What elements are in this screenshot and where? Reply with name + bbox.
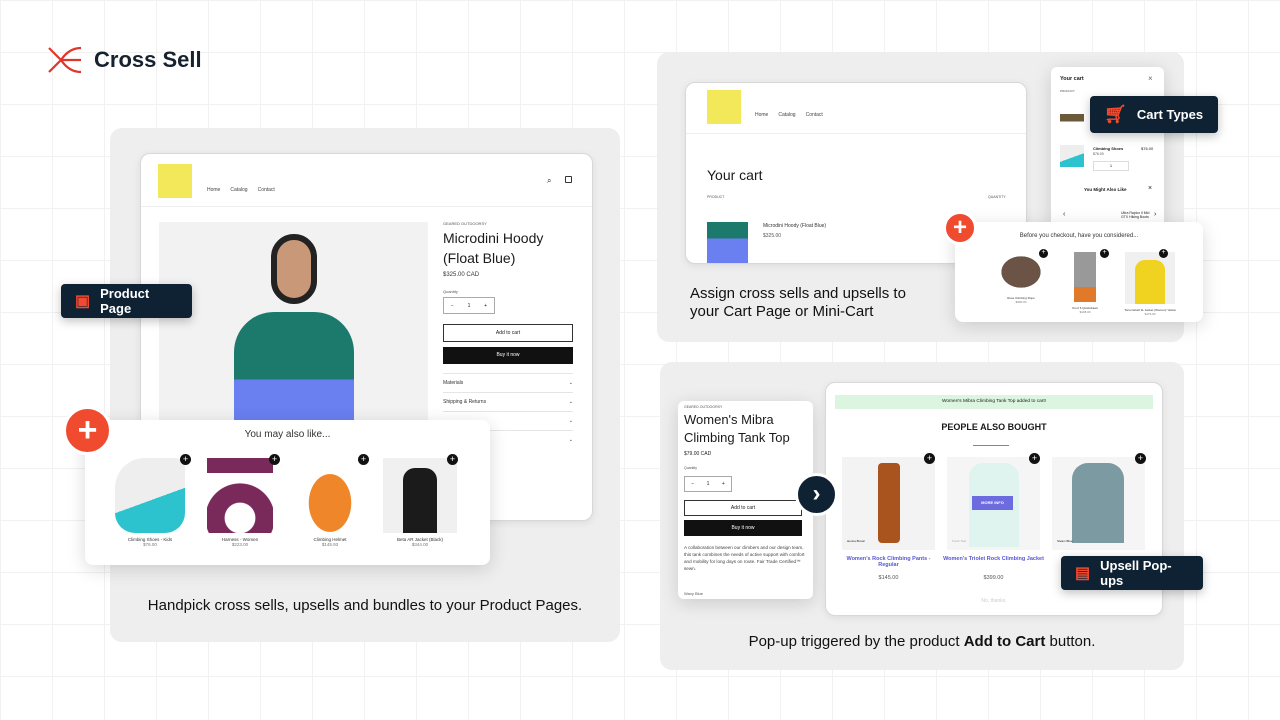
chevron-right-icon[interactable]: › xyxy=(1154,211,1156,218)
add-to-cart-button[interactable]: Add to cart xyxy=(684,500,802,516)
store-logo xyxy=(707,90,741,124)
accordion-shipping[interactable]: Shipping & Returns ⌄ xyxy=(443,392,573,405)
you-may-also-like-widget: You may also like... Climbing Shoes - Ki… xyxy=(85,420,490,565)
store-logo xyxy=(158,164,192,198)
add-product-icon[interactable]: + xyxy=(269,454,280,465)
brand-name: Cross Sell xyxy=(94,47,202,72)
add-product-icon[interactable]: + xyxy=(1135,453,1146,464)
cart-title: Your cart xyxy=(707,167,763,183)
add-product-icon[interactable]: + xyxy=(358,454,369,465)
add-product-icon[interactable]: + xyxy=(1029,453,1040,464)
cross-sell-logo-icon xyxy=(47,46,83,74)
add-product-icon[interactable]: + xyxy=(1100,249,1109,258)
popup-panel-caption: Pop-up triggered by the product Add to C… xyxy=(748,633,1096,650)
popup-title: PEOPLE ALSO BOUGHT xyxy=(941,422,1047,432)
add-to-cart-button[interactable]: Add to cart xyxy=(443,324,573,342)
store-nav: Home Catalog Contact xyxy=(207,178,285,196)
cart-icon[interactable] xyxy=(565,176,572,183)
product-link[interactable]: Women's Rock Climbing Pants - Regular xyxy=(838,556,939,568)
product-image: MORE INFO Fresh Teal xyxy=(947,457,1040,550)
bundle-icon: ▤ xyxy=(1075,565,1091,582)
quantity-stepper[interactable]: −1 + xyxy=(684,476,732,492)
quantity-label: Quantity xyxy=(443,289,458,294)
product-vendor: GEARED OUTDOORSY xyxy=(443,221,487,226)
chevron-left-icon[interactable]: ‹ xyxy=(1063,211,1065,218)
nav-home[interactable]: Home xyxy=(207,187,220,193)
add-product-icon[interactable]: + xyxy=(447,454,458,465)
chevron-right-icon: › xyxy=(795,473,838,516)
product-image: Steam Blue xyxy=(1052,457,1145,550)
recommended-product[interactable]: Rose Climbing Rope $300.00 xyxy=(991,252,1051,304)
add-product-icon[interactable]: + xyxy=(1039,249,1048,258)
store-nav: Home Catalog Contact xyxy=(755,112,823,118)
recommended-product[interactable]: Climbing Helmet $145.93 xyxy=(290,458,370,547)
product-detail-card: GEARED OUTDOORSY Women's Mibra Climbing … xyxy=(678,401,813,599)
close-icon[interactable]: × xyxy=(1148,185,1152,192)
cart-item-image xyxy=(707,222,748,263)
recommended-product[interactable]: Harness - Women $223.00 xyxy=(200,458,280,547)
plus-icon: + xyxy=(63,406,112,455)
recommended-product[interactable]: Climbing Shoes - Kids $76.00 xyxy=(110,458,190,547)
recommended-product[interactable]: Kit of 6 Quickdraws $148.00 xyxy=(1055,252,1115,314)
shoe-image xyxy=(1060,145,1084,167)
cart-panel-caption: Assign cross sells and upsells to your Ca… xyxy=(690,285,906,320)
added-notice: Women's Mibra Climbing Tank Top added to… xyxy=(835,395,1153,409)
recommended-product[interactable]: Beta AR Jacket (Black) $344.00 xyxy=(380,458,460,547)
mini-cart: Your cart × PRODUCT Climbing Shoes $76.0… xyxy=(1051,67,1164,227)
product-link[interactable]: Women's Triolet Rock Climbing Jacket xyxy=(943,556,1044,562)
recommended-product[interactable]: Torrentshell 3L Jacket (Women) Yellow $17… xyxy=(1115,252,1185,316)
cart-types-badge: 🛒︎ Cart Types xyxy=(1090,96,1218,133)
nav-contact[interactable]: Contact xyxy=(258,187,275,193)
add-product-icon[interactable]: + xyxy=(924,453,935,464)
cart-item-name[interactable]: Microdini Hoody (Float Blue) xyxy=(763,223,826,229)
buy-now-button[interactable]: Buy it now xyxy=(443,347,573,364)
product-price: $325.00 CAD xyxy=(443,272,480,278)
search-icon[interactable]: ⌕ xyxy=(547,176,551,186)
product-panel-caption: Handpick cross sells, upsells and bundle… xyxy=(147,597,583,614)
no-thanks-link[interactable]: No, thanks. xyxy=(826,598,1162,604)
upsell-popups-badge: ▤ Upsell Pop-ups xyxy=(1061,556,1203,590)
nav-catalog[interactable]: Catalog xyxy=(230,187,247,193)
widget-title: You may also like... xyxy=(244,429,331,440)
boot-image xyxy=(1060,105,1084,127)
before-checkout-widget: Before you checkout, have you considered… xyxy=(955,222,1203,322)
product-title: Microdini Hoody (Float Blue) xyxy=(443,230,544,266)
add-product-icon[interactable]: + xyxy=(180,454,191,465)
buy-now-button[interactable]: Buy it now xyxy=(684,520,802,536)
mini-quantity-stepper[interactable]: 1 xyxy=(1093,161,1129,171)
more-info-button[interactable]: MORE INFO xyxy=(972,496,1013,510)
product-page-badge: ▣ Product Page xyxy=(61,284,192,318)
accordion-materials[interactable]: Materials ⌄ xyxy=(443,373,573,386)
product-title: Women's Mibra Climbing Tank Top xyxy=(684,412,790,445)
plus-icon: + xyxy=(943,211,977,245)
cart-icon: 🛒︎ xyxy=(1104,104,1127,124)
close-icon[interactable]: × xyxy=(1148,74,1153,83)
add-product-icon[interactable]: + xyxy=(1159,249,1168,258)
quantity-stepper[interactable]: −1 + xyxy=(443,297,495,314)
product-image: Henna Brown xyxy=(842,457,935,550)
box-icon: ▣ xyxy=(75,293,91,310)
